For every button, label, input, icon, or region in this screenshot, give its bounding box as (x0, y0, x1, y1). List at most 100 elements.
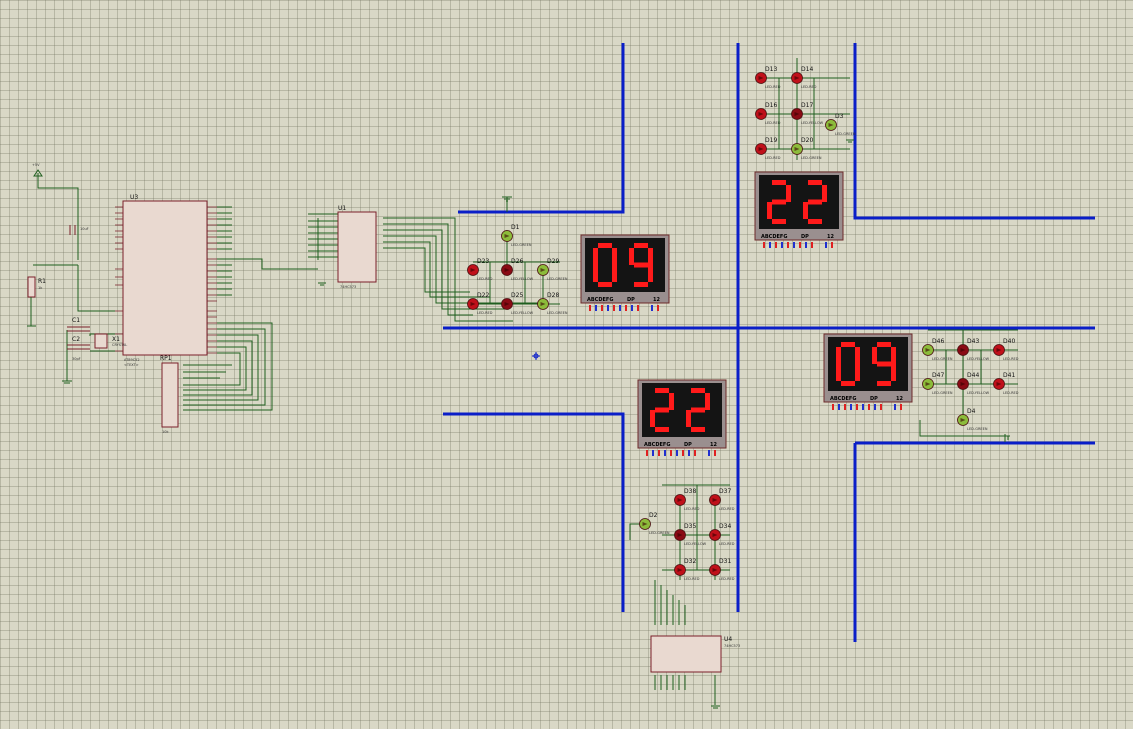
segment-d (655, 427, 669, 432)
led-d1[interactable]: D1 LED-GREEN (501, 224, 532, 247)
led-d37[interactable]: D37 LED-RED (709, 488, 735, 511)
display-digit-select-label: 12 (710, 442, 717, 448)
led-type-label: LED-GREEN (547, 277, 568, 281)
segment-g (808, 199, 822, 205)
svg-text:CRYSTAL: CRYSTAL (112, 343, 127, 347)
led-type-label: LED-GREEN (932, 357, 953, 361)
led-d2[interactable]: D2 LED-GREEN (639, 512, 670, 535)
led-type-label: LED-GREEN (835, 132, 856, 136)
svg-text:C2: C2 (72, 336, 80, 343)
segment-d (598, 282, 612, 287)
segment-c (891, 364, 896, 381)
seven-segment-display-2[interactable]: ABCDEFG DP 12 (754, 171, 844, 248)
display-dp-label: DP (801, 234, 809, 240)
segment-g (655, 407, 669, 413)
segment-g (877, 361, 891, 367)
led-ref-label: D38 (684, 488, 696, 495)
led-type-label: LED-YELLOW (967, 391, 990, 395)
led-ref-label: D4 (967, 408, 976, 415)
led-type-label: LED-YELLOW (511, 277, 534, 281)
segment-g (634, 262, 648, 268)
led-type-label: LED-RED (477, 277, 493, 281)
led-type-label: LED-RED (801, 85, 817, 89)
display-dp-label: DP (870, 396, 878, 402)
u3-text: <TEXT> (124, 363, 139, 367)
c3-capacitor[interactable]: 10uF (69, 225, 89, 235)
led-d26[interactable]: D26 LED-YELLOW (501, 258, 534, 281)
c2-capacitor[interactable]: C2 (67, 336, 90, 350)
led-d4[interactable]: D4 LED-GREEN (957, 408, 988, 431)
led-ref-label: D40 (1003, 338, 1015, 345)
segment-b (786, 185, 791, 202)
led-ref-label: D41 (1003, 372, 1015, 379)
svg-text:10k: 10k (162, 430, 169, 434)
segment-g (691, 407, 705, 413)
led-ref-label: D20 (801, 137, 813, 144)
led-d3[interactable]: D3 LED-GREEN (825, 113, 856, 136)
mcu-u3[interactable]: U3 AT89C52 <TEXT> (115, 194, 217, 367)
segment-e (650, 410, 655, 427)
segment-a (598, 243, 612, 248)
r1-resistor[interactable]: R1 1k (27, 276, 46, 327)
led-type-label: LED-YELLOW (684, 542, 707, 546)
display-dp-label: DP (684, 442, 692, 448)
schematic-drawing[interactable]: U3 AT89C52 <TEXT> R1 1k C1 30pF C2 X1 CR… (0, 0, 1133, 729)
u3-part: AT89C52 (124, 358, 140, 362)
led-type-label: LED-RED (1003, 357, 1019, 361)
led-type-label: LED-RED (684, 577, 700, 581)
led-type-label: LED-RED (765, 156, 781, 160)
led-type-label: LED-GREEN (932, 391, 953, 395)
led-type-label: LED-RED (1003, 391, 1019, 395)
led-ref-label: D22 (477, 292, 489, 299)
led-d38[interactable]: D38 LED-RED (674, 488, 700, 511)
svg-text:+5V: +5V (32, 163, 40, 167)
segment-b (705, 393, 710, 410)
seven-segment-display-4[interactable]: ABCDEFG DP 12 (823, 333, 913, 410)
led-type-label: LED-GREEN (547, 311, 568, 315)
led-type-label: LED-RED (719, 507, 735, 511)
segment-g (772, 199, 786, 205)
segment-b (612, 248, 617, 265)
seven-segment-display-1[interactable]: ABCDEFG DP 12 (580, 234, 670, 311)
segment-c (612, 265, 617, 282)
led-ref-label: D16 (765, 102, 777, 109)
led-ref-label: D47 (932, 372, 944, 379)
display-segment-labels: ABCDEFG (587, 297, 613, 303)
latch-u1[interactable]: U1 74HC573 (337, 205, 377, 289)
segment-f (629, 248, 634, 265)
led-type-label: LED-YELLOW (967, 357, 990, 361)
led-d29[interactable]: D29 LED-GREEN (537, 258, 568, 281)
segment-e (767, 202, 772, 219)
led-type-label: LED-GREEN (649, 531, 670, 535)
rp1-resistor-pack[interactable]: RP1 10k (160, 355, 179, 434)
vcc-terminal[interactable]: +5V (32, 163, 43, 177)
led-type-label: LED-RED (765, 121, 781, 125)
segment-a (877, 342, 891, 347)
segment-d (877, 381, 891, 386)
svg-text:10uF: 10uF (80, 227, 89, 231)
display-segment-labels: ABCDEFG (761, 234, 787, 240)
svg-text:1k: 1k (38, 286, 43, 290)
segment-a (772, 180, 786, 185)
road-lines (443, 43, 1095, 642)
led-type-label: LED-GREEN (511, 243, 532, 247)
led-ref-label: D26 (511, 258, 523, 265)
led-type-label: LED-RED (477, 311, 493, 315)
segment-f (593, 248, 598, 265)
latch-u4[interactable]: U4 74HC573 (650, 635, 740, 673)
led-type-label: LED-RED (765, 85, 781, 89)
cursor-marker (532, 352, 540, 360)
led-d23[interactable]: D23 LED-RED (467, 258, 493, 281)
svg-text:74HC573: 74HC573 (340, 285, 356, 289)
display-segment-labels: ABCDEFG (644, 442, 670, 448)
u3-ref: U3 (130, 194, 138, 201)
segment-b (891, 347, 896, 364)
led-ref-label: D1 (511, 224, 520, 231)
seven-segment-display-3[interactable]: ABCDEFG DP 12 (637, 379, 727, 456)
segment-a (841, 342, 855, 347)
x1-crystal[interactable]: X1 CRYSTAL (94, 333, 127, 349)
segment-b (648, 248, 653, 265)
segment-d (691, 427, 705, 432)
segment-e (803, 202, 808, 219)
led-type-label: LED-YELLOW (511, 311, 534, 315)
